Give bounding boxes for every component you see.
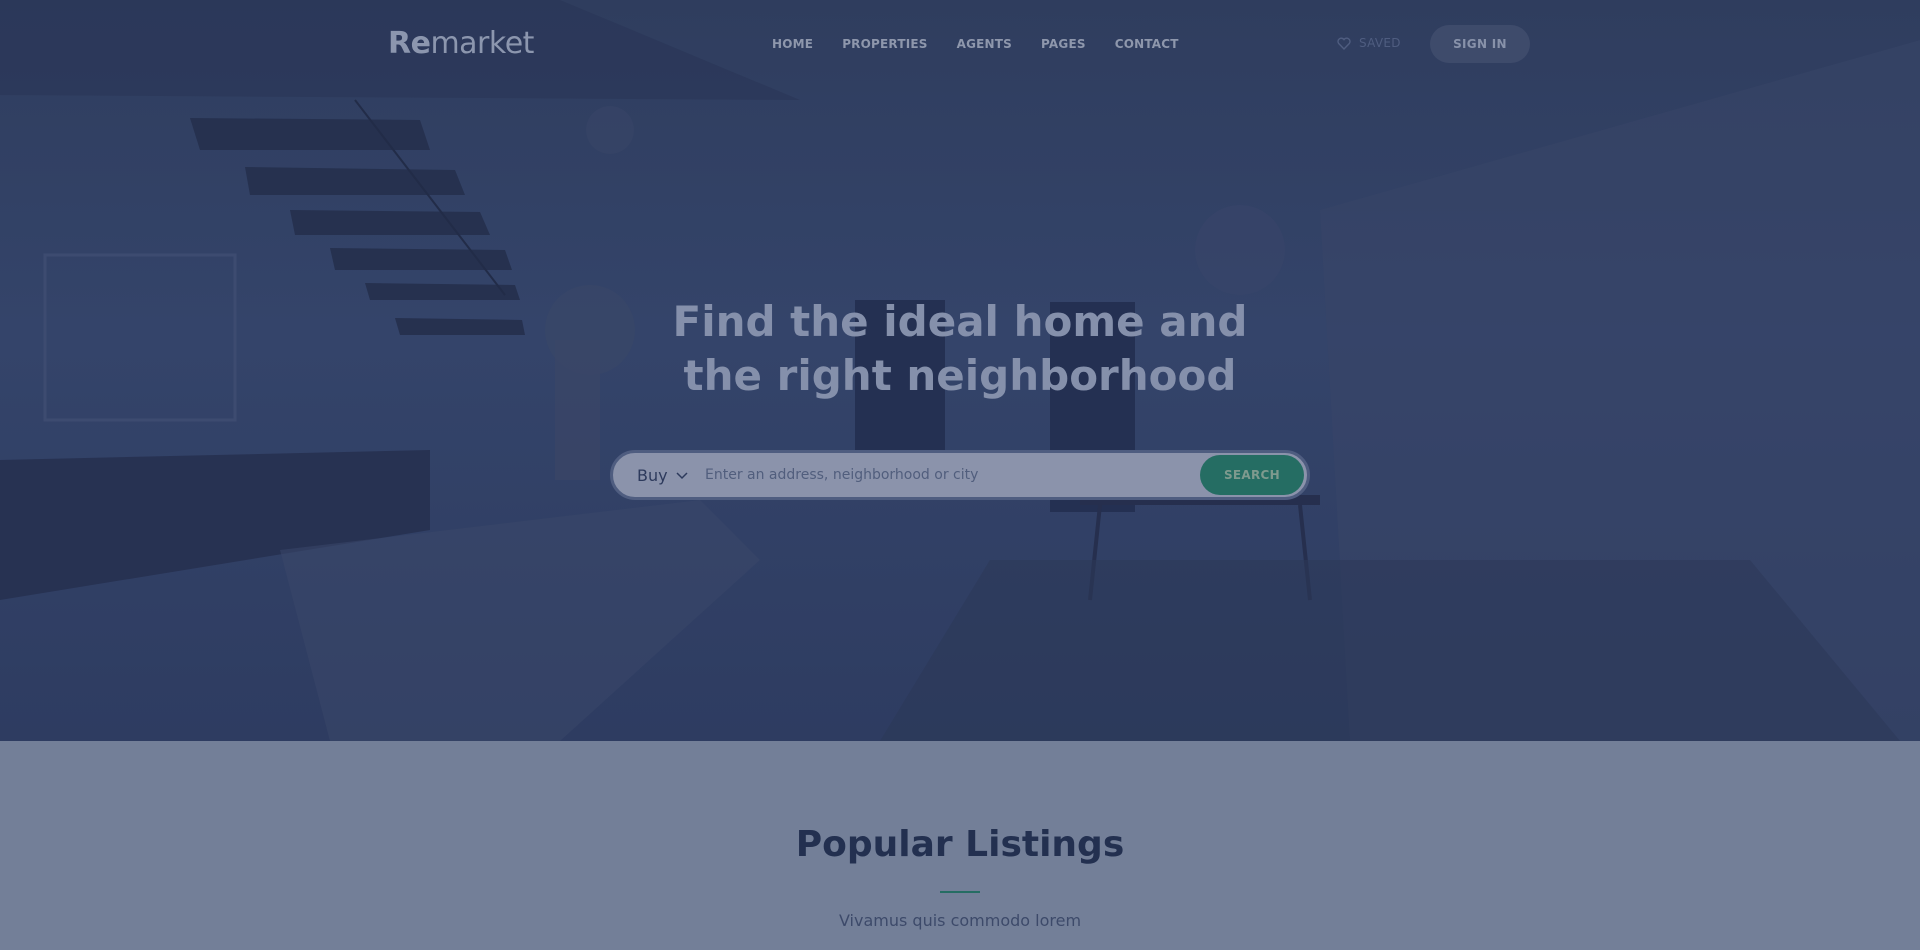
hero-section: Remarket HOME PROPERTIES AGENTS PAGES CO… <box>0 0 1920 741</box>
nav-item-home[interactable]: HOME <box>772 37 813 51</box>
nav-item-properties[interactable]: PROPERTIES <box>842 37 927 51</box>
search-input[interactable] <box>705 461 1185 489</box>
title-divider <box>940 891 980 893</box>
saved-label: SAVED <box>1359 36 1401 50</box>
nav-item-contact[interactable]: CONTACT <box>1115 37 1179 51</box>
main-nav: HOME PROPERTIES AGENTS PAGES CONTACT <box>772 37 1208 51</box>
logo-rest-part: market <box>430 26 534 61</box>
sign-in-button[interactable]: SIGN IN <box>1430 25 1530 63</box>
brand-logo[interactable]: Remarket <box>388 26 534 61</box>
search-mode-select[interactable]: Buy <box>637 466 688 485</box>
search-button[interactable]: SEARCH <box>1200 455 1304 495</box>
headline-line-1: Find the ideal home and <box>672 297 1248 346</box>
logo-bold-part: Re <box>388 26 431 61</box>
search-bar: Buy SEARCH <box>610 450 1310 500</box>
popular-listings-section: Popular Listings Vivamus quis commodo lo… <box>0 741 1920 950</box>
headline-line-2: the right neighborhood <box>683 351 1237 400</box>
hero-headline: Find the ideal home and the right neighb… <box>560 295 1360 403</box>
section-subtitle: Vivamus quis commodo lorem <box>838 911 1082 930</box>
heart-icon <box>1337 37 1351 50</box>
chevron-down-icon <box>676 471 688 479</box>
nav-item-agents[interactable]: AGENTS <box>957 37 1012 51</box>
nav-item-pages[interactable]: PAGES <box>1041 37 1086 51</box>
section-title: Popular Listings <box>795 824 1125 865</box>
saved-link[interactable]: SAVED <box>1337 36 1401 50</box>
search-mode-value: Buy <box>637 466 668 485</box>
